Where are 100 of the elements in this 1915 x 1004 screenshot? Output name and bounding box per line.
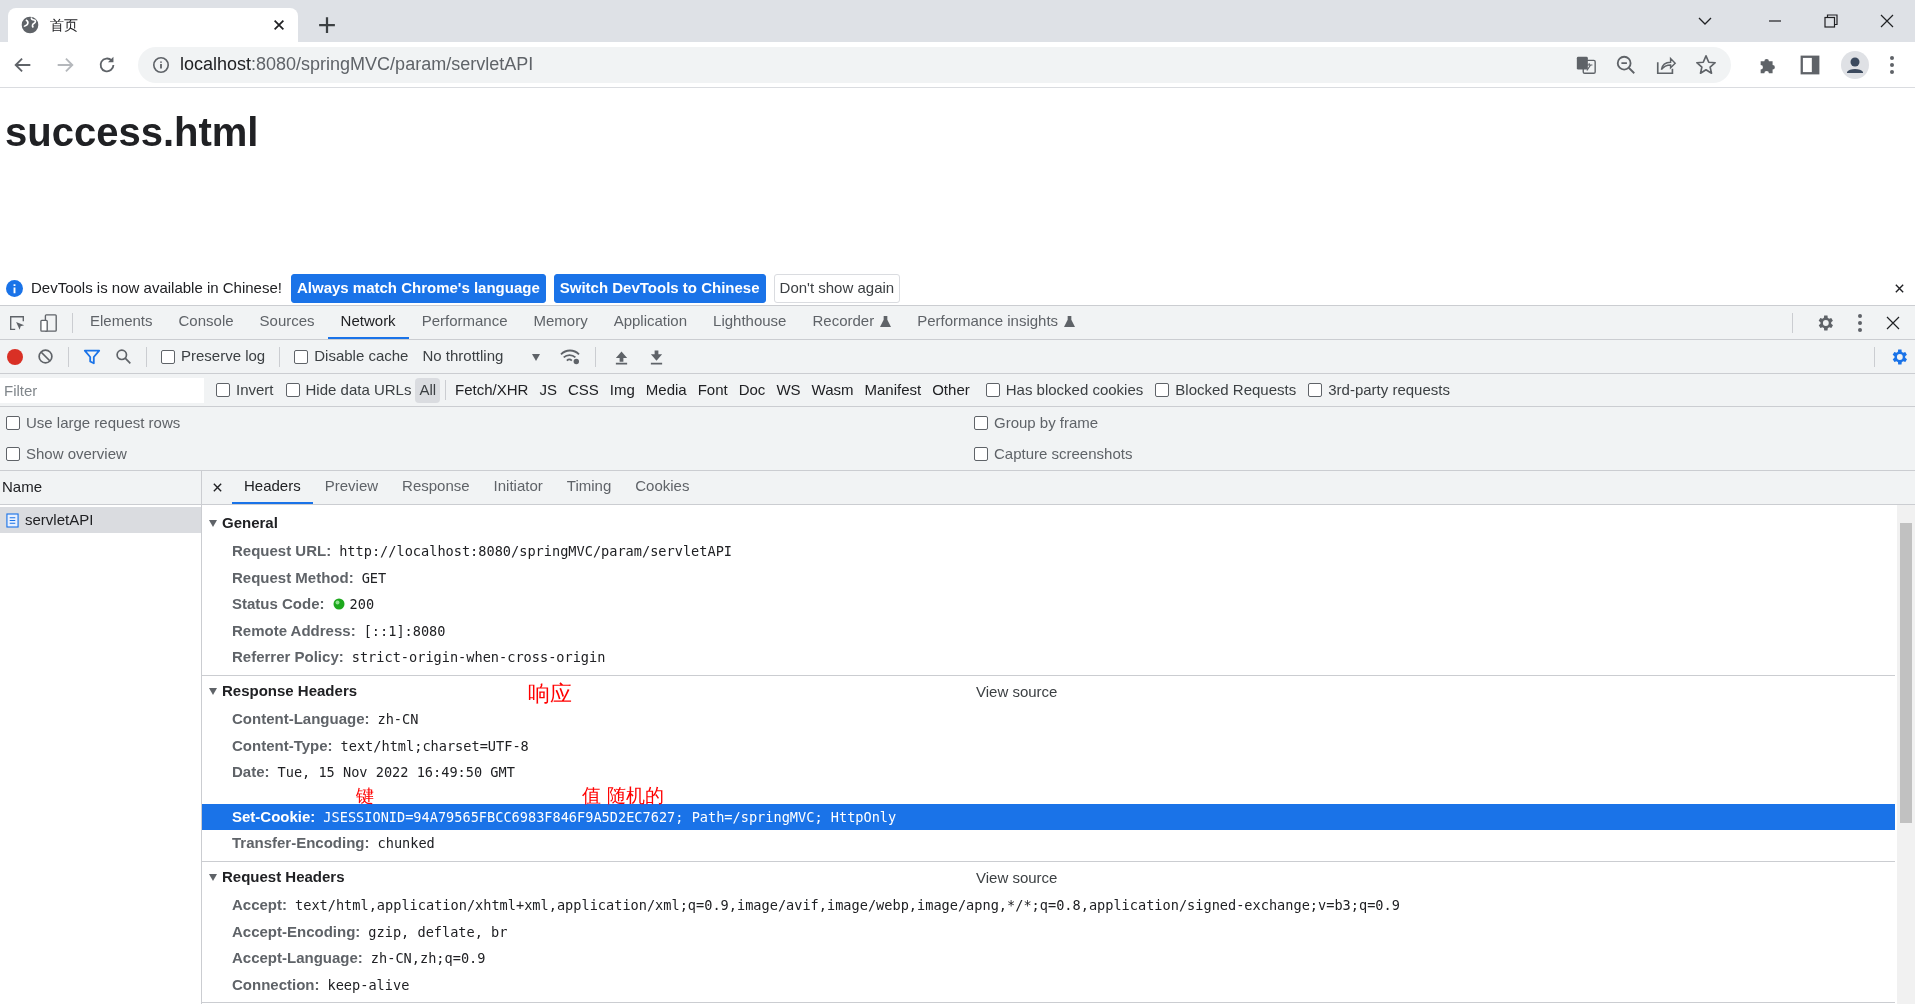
header-name: Remote Address: bbox=[232, 620, 356, 641]
address-bar[interactable]: localhost:8080/springMVC/param/servletAPI bbox=[138, 46, 1731, 83]
detail-tab[interactable]: Initiator bbox=[481, 471, 555, 504]
close-icon[interactable] bbox=[1885, 314, 1901, 331]
option-checkbox[interactable]: Use large request rows bbox=[6, 411, 974, 434]
view-source-link[interactable]: View source bbox=[976, 680, 1058, 704]
bookmark-star-icon[interactable] bbox=[1695, 53, 1717, 76]
section-title[interactable]: Request Headers bbox=[222, 865, 345, 889]
section-title[interactable]: Response Headers bbox=[222, 679, 358, 703]
filter-checkbox[interactable]: Has blocked cookies bbox=[985, 378, 1144, 402]
browser-tab[interactable]: 首页 bbox=[8, 8, 298, 42]
expand-triangle-icon[interactable] bbox=[208, 685, 218, 696]
devtools-tab[interactable]: Sources bbox=[246, 306, 328, 339]
filter-input[interactable]: Filter bbox=[0, 377, 204, 403]
infobar-button[interactable]: Always match Chrome's language bbox=[290, 274, 546, 303]
resource-type-filter[interactable]: Wasm bbox=[807, 377, 858, 403]
resource-type-filter[interactable]: All bbox=[415, 377, 441, 403]
resource-type-filter[interactable]: JS bbox=[535, 377, 561, 403]
devtools-tab[interactable]: Memory bbox=[520, 306, 601, 339]
invert-checkbox[interactable]: Invert bbox=[216, 378, 274, 402]
device-toolbar-icon[interactable] bbox=[40, 312, 58, 333]
infobar-button[interactable]: Don't show again bbox=[773, 274, 901, 303]
preserve-log-checkbox[interactable]: Preserve log bbox=[161, 345, 266, 368]
header-value: strict-origin-when-cross-origin bbox=[351, 648, 606, 668]
hide-data-urls-checkbox[interactable]: Hide data URLs bbox=[285, 378, 412, 402]
option-checkbox[interactable]: Capture screenshots bbox=[974, 443, 1915, 466]
header-name: Request Method: bbox=[232, 567, 354, 588]
expand-triangle-icon[interactable] bbox=[208, 871, 218, 882]
header-value: GET bbox=[361, 568, 387, 588]
header-name: Accept-Language: bbox=[232, 948, 363, 969]
resource-type-filter[interactable]: Fetch/XHR bbox=[451, 377, 533, 403]
resource-type-filter[interactable]: Img bbox=[605, 377, 639, 403]
header-name: Accept-Encoding: bbox=[232, 921, 361, 942]
resource-type-filter[interactable]: WS bbox=[772, 377, 805, 403]
status-dot-icon bbox=[332, 598, 345, 611]
close-icon[interactable] bbox=[1879, 13, 1895, 29]
network-conditions-icon[interactable] bbox=[559, 347, 582, 366]
more-options-icon[interactable] bbox=[1857, 312, 1863, 333]
devtools-tab[interactable]: Performance insights bbox=[904, 306, 1089, 339]
header-value: keep-alive bbox=[327, 975, 410, 995]
devtools-tab[interactable]: Elements bbox=[77, 306, 166, 339]
view-source-link[interactable]: View source bbox=[976, 866, 1058, 890]
close-icon[interactable] bbox=[211, 482, 223, 493]
record-button[interactable] bbox=[7, 348, 23, 365]
resource-type-filter[interactable]: Media bbox=[641, 377, 691, 403]
devtools-tab[interactable]: Application bbox=[600, 306, 701, 339]
profile-avatar-icon[interactable] bbox=[1841, 50, 1869, 79]
url-text: localhost:8080/springMVC/param/servletAPI bbox=[180, 53, 535, 76]
resource-type-filter[interactable]: Font bbox=[693, 377, 732, 403]
header-name: Content-Type: bbox=[232, 735, 333, 756]
inspect-icon[interactable] bbox=[8, 313, 26, 332]
expand-triangle-icon[interactable] bbox=[208, 518, 218, 528]
header-value: text/html;charset=UTF-8 bbox=[340, 736, 529, 756]
upload-icon[interactable] bbox=[614, 348, 630, 365]
disable-cache-checkbox[interactable]: Disable cache bbox=[294, 345, 409, 368]
header-value: http://localhost:8080/springMVC/param/servletAPI bbox=[339, 542, 732, 562]
option-checkbox[interactable]: Show overview bbox=[6, 443, 974, 466]
header-value: zh-CN bbox=[377, 710, 419, 730]
detail-tab[interactable]: Headers bbox=[232, 471, 313, 504]
infobar-button[interactable]: Switch DevTools to Chinese bbox=[553, 274, 766, 303]
search-icon[interactable] bbox=[115, 348, 132, 365]
info-icon[interactable] bbox=[152, 55, 170, 74]
menu-icon[interactable] bbox=[1889, 54, 1895, 75]
filter-checkbox[interactable]: Blocked Requests bbox=[1155, 378, 1297, 402]
detail-tab[interactable]: Timing bbox=[554, 471, 624, 504]
infobar-message: DevTools is now available in Chinese! bbox=[31, 278, 282, 299]
new-tab-icon[interactable] bbox=[318, 16, 336, 34]
detail-tab[interactable]: Response bbox=[390, 471, 482, 504]
download-icon[interactable] bbox=[649, 348, 665, 365]
throttling-dropdown[interactable]: No throttling bbox=[422, 345, 542, 368]
annotation-text: 键 bbox=[356, 786, 374, 805]
request-row[interactable]: servletAPI bbox=[0, 507, 201, 533]
header-value: zh-CN,zh;q=0.9 bbox=[370, 949, 486, 969]
scrollbar-thumb[interactable] bbox=[1900, 523, 1912, 823]
resource-type-filter[interactable]: Other bbox=[928, 377, 974, 403]
scrollbar[interactable] bbox=[1897, 505, 1915, 1004]
zoom-out-icon[interactable] bbox=[1615, 53, 1637, 76]
filter-checkbox[interactable]: 3rd-party requests bbox=[1308, 378, 1450, 402]
clear-icon[interactable] bbox=[37, 348, 54, 365]
close-icon[interactable] bbox=[272, 18, 286, 32]
header-name: Connection: bbox=[232, 974, 320, 995]
restore-icon[interactable] bbox=[1823, 13, 1839, 29]
close-icon[interactable] bbox=[1894, 283, 1905, 294]
header-name: Referrer Policy: bbox=[232, 647, 344, 668]
devtools-tab[interactable]: Recorder bbox=[799, 306, 905, 339]
header-value: JSESSIONID=94A79565FBCC6983F846F9A5D2EC7627; Path=/springMVC; HttpOnly bbox=[323, 807, 897, 827]
devtools-tab[interactable]: Lighthouse bbox=[700, 306, 800, 339]
devtools-tab[interactable]: Performance bbox=[408, 306, 521, 339]
detail-tab[interactable]: Preview bbox=[312, 471, 391, 504]
devtools-tab[interactable]: Network bbox=[327, 306, 409, 339]
resource-type-filter[interactable]: Doc bbox=[734, 377, 770, 403]
filter-icon[interactable] bbox=[83, 347, 101, 366]
section-title[interactable]: General bbox=[222, 511, 278, 535]
devtools-tab[interactable]: Console bbox=[165, 306, 247, 339]
side-panel-icon[interactable] bbox=[1799, 53, 1821, 76]
resource-type-filter[interactable]: CSS bbox=[563, 377, 603, 403]
resource-type-filter[interactable]: Manifest bbox=[860, 377, 926, 403]
option-checkbox[interactable]: Group by frame bbox=[974, 411, 1915, 434]
column-header: Name bbox=[0, 471, 201, 505]
detail-tab[interactable]: Cookies bbox=[623, 471, 702, 504]
